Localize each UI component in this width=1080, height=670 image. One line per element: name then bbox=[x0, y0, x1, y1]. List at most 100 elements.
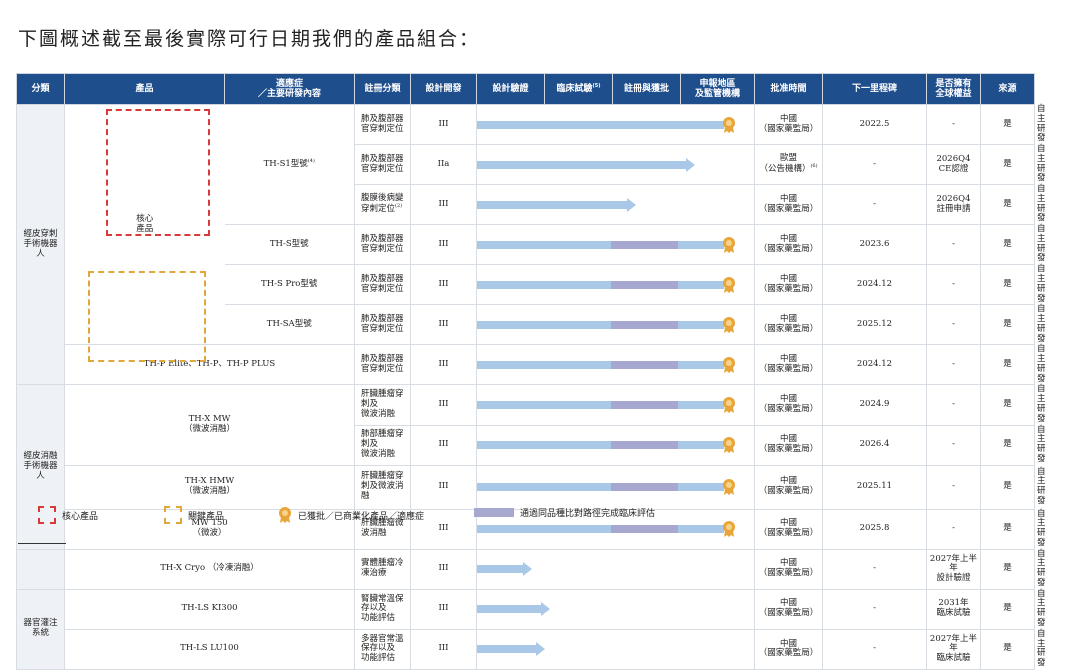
progress-arrow-head bbox=[686, 157, 696, 172]
registration-class-cell: III bbox=[410, 588, 477, 630]
progress-cell bbox=[476, 144, 755, 186]
progress-track bbox=[477, 316, 754, 333]
progress-bar bbox=[477, 605, 542, 614]
approval-date-cell: 2022.5 bbox=[822, 103, 927, 146]
column-header: 是否擁有 全球權益 bbox=[926, 73, 981, 105]
region-cell: 中國 （國家藥監局） bbox=[754, 508, 823, 550]
progress-bar bbox=[477, 120, 724, 129]
indication-cell: 肝臟腫瘤穿刺及微波消融 bbox=[354, 464, 411, 510]
product-name-cell: TH-S Pro型號 bbox=[224, 264, 355, 306]
registration-class-cell: III bbox=[410, 184, 477, 226]
progress-track bbox=[477, 192, 754, 218]
progress-bar bbox=[477, 360, 724, 369]
legend-key-label: 關鍵產品 bbox=[188, 511, 225, 522]
indication-cell: 肺及腹部器官穿刺定位 bbox=[354, 224, 411, 266]
global-rights-cell: 是 bbox=[980, 224, 1035, 266]
approval-medal-icon bbox=[722, 521, 735, 538]
progress-arrow-head bbox=[535, 642, 545, 657]
table-row: 經皮消融 手術機器人 TH-X MW （微波消融） 肝臟腫瘤穿刺及 微波消融 III 中國 （國… bbox=[16, 384, 1046, 550]
next-milestone-cell: - bbox=[926, 508, 981, 550]
column-header: 來源 bbox=[980, 73, 1035, 105]
progress-track bbox=[477, 116, 754, 133]
progress-arrow-head bbox=[541, 602, 551, 617]
comparison-segment bbox=[611, 240, 678, 249]
product-footnote: (4) bbox=[307, 158, 315, 165]
region-cell: 中國 （國家藥監局） bbox=[754, 103, 823, 146]
registration-class-cell: III bbox=[410, 224, 477, 266]
core-product-bracket-icon bbox=[38, 506, 56, 524]
category-cell: 經皮穿刺 手術機器人 bbox=[16, 103, 65, 386]
key-product-outline bbox=[88, 271, 206, 362]
column-header: 臨床試驗(5) bbox=[544, 73, 613, 105]
approval-date-cell: 2024.12 bbox=[822, 344, 927, 386]
approval-date-cell: 2025.11 bbox=[822, 464, 927, 510]
product-name-cell: TH-X MW （微波消融） bbox=[64, 384, 355, 466]
indication-cell: 肺及腹部器官穿刺定位 bbox=[354, 103, 411, 146]
approval-medal-icon bbox=[722, 479, 735, 496]
comparison-segment bbox=[611, 525, 678, 534]
approval-medal-icon bbox=[722, 236, 735, 253]
progress-bar bbox=[477, 645, 536, 654]
global-rights-cell: 是 bbox=[980, 548, 1035, 590]
progress-track bbox=[477, 236, 754, 253]
comparison-segment bbox=[611, 360, 678, 369]
region-footnote: (6) bbox=[810, 163, 818, 170]
legend-approved-label: 已獲批／已商業化產品／適應症 bbox=[298, 511, 425, 522]
global-rights-cell: 是 bbox=[980, 264, 1035, 306]
progress-track bbox=[477, 596, 754, 622]
progress-cell bbox=[476, 344, 755, 386]
progress-cell bbox=[476, 264, 755, 306]
progress-bar bbox=[477, 400, 724, 409]
registration-class-cell: III bbox=[410, 424, 477, 466]
next-milestone-cell: - bbox=[926, 264, 981, 306]
next-milestone-cell: 2026Q4 CE認證 bbox=[926, 144, 981, 186]
column-header: 下一里程碑 bbox=[822, 73, 927, 105]
global-rights-cell: 是 bbox=[980, 628, 1035, 670]
column-header: 適應症 ／主要研發內容 bbox=[224, 73, 355, 105]
region-cell: 中國 （國家藥監局） bbox=[754, 464, 823, 510]
product-name-cell: TH-X Cryo （冷凍消融） bbox=[64, 548, 355, 590]
indication-footnote: (2) bbox=[395, 203, 403, 210]
legend-approved: 已獲批／已商業化產品／適應症 bbox=[278, 506, 424, 524]
progress-bar bbox=[477, 441, 724, 450]
legend-compare: 通過同品種比對路徑完成臨床評估 bbox=[474, 506, 655, 519]
progress-cell bbox=[476, 628, 755, 670]
global-rights-cell: 是 bbox=[980, 144, 1035, 186]
core-product-outline bbox=[106, 109, 210, 236]
column-header: 註冊分類 bbox=[354, 73, 411, 105]
legend-core-label: 核心產品 bbox=[62, 511, 99, 522]
progress-cell bbox=[476, 224, 755, 266]
progress-track bbox=[477, 276, 754, 293]
comparison-segment bbox=[611, 280, 678, 289]
region-cell: 中國 （國家藥監局） bbox=[754, 588, 823, 630]
indication-cell: 肺及腹部器官穿刺定位 bbox=[354, 144, 411, 186]
registration-class-cell: III bbox=[410, 628, 477, 670]
next-milestone-cell: 2026Q4 註冊申請 bbox=[926, 184, 981, 226]
progress-arrow-head bbox=[522, 562, 532, 577]
global-rights-cell: 是 bbox=[980, 464, 1035, 510]
registration-class-cell: III bbox=[410, 464, 477, 510]
approval-date-cell: 2024.12 bbox=[822, 264, 927, 306]
region-cell: 中國 （國家藥監局） bbox=[754, 424, 823, 466]
progress-track bbox=[477, 432, 754, 458]
comparison-segment bbox=[611, 441, 678, 450]
indication-cell: 實體腫瘤冷凍治療 bbox=[354, 548, 411, 590]
next-milestone-cell: - bbox=[926, 464, 981, 510]
indication-cell: 肺部腫瘤穿刺及 微波消融 bbox=[354, 424, 411, 466]
approval-date-cell: - bbox=[822, 144, 927, 186]
region-cell: 中國 （國家藥監局） bbox=[754, 264, 823, 306]
indication-cell: 肺及腹部器官穿刺定位 bbox=[354, 304, 411, 346]
progress-cell bbox=[476, 424, 755, 466]
progress-cell bbox=[476, 588, 755, 630]
product-name-cell: TH-LS KI300 bbox=[64, 588, 355, 630]
approval-date-cell: 2025.12 bbox=[822, 304, 927, 346]
product-name-cell: TH-LS LU100 bbox=[64, 628, 355, 670]
approval-medal-icon bbox=[722, 396, 735, 413]
progress-bar bbox=[477, 565, 523, 574]
table-row: TH-LS LU100 多器官常溫保存以及 功能評估 III 中國 （國家藥監局） -202… bbox=[17, 628, 1046, 670]
global-rights-cell: 是 bbox=[980, 304, 1035, 346]
approval-medal-icon bbox=[722, 276, 735, 293]
approval-medal-icon bbox=[722, 437, 735, 454]
category-cell: 經皮消融 手術機器人 bbox=[16, 384, 65, 550]
progress-track bbox=[477, 555, 754, 583]
